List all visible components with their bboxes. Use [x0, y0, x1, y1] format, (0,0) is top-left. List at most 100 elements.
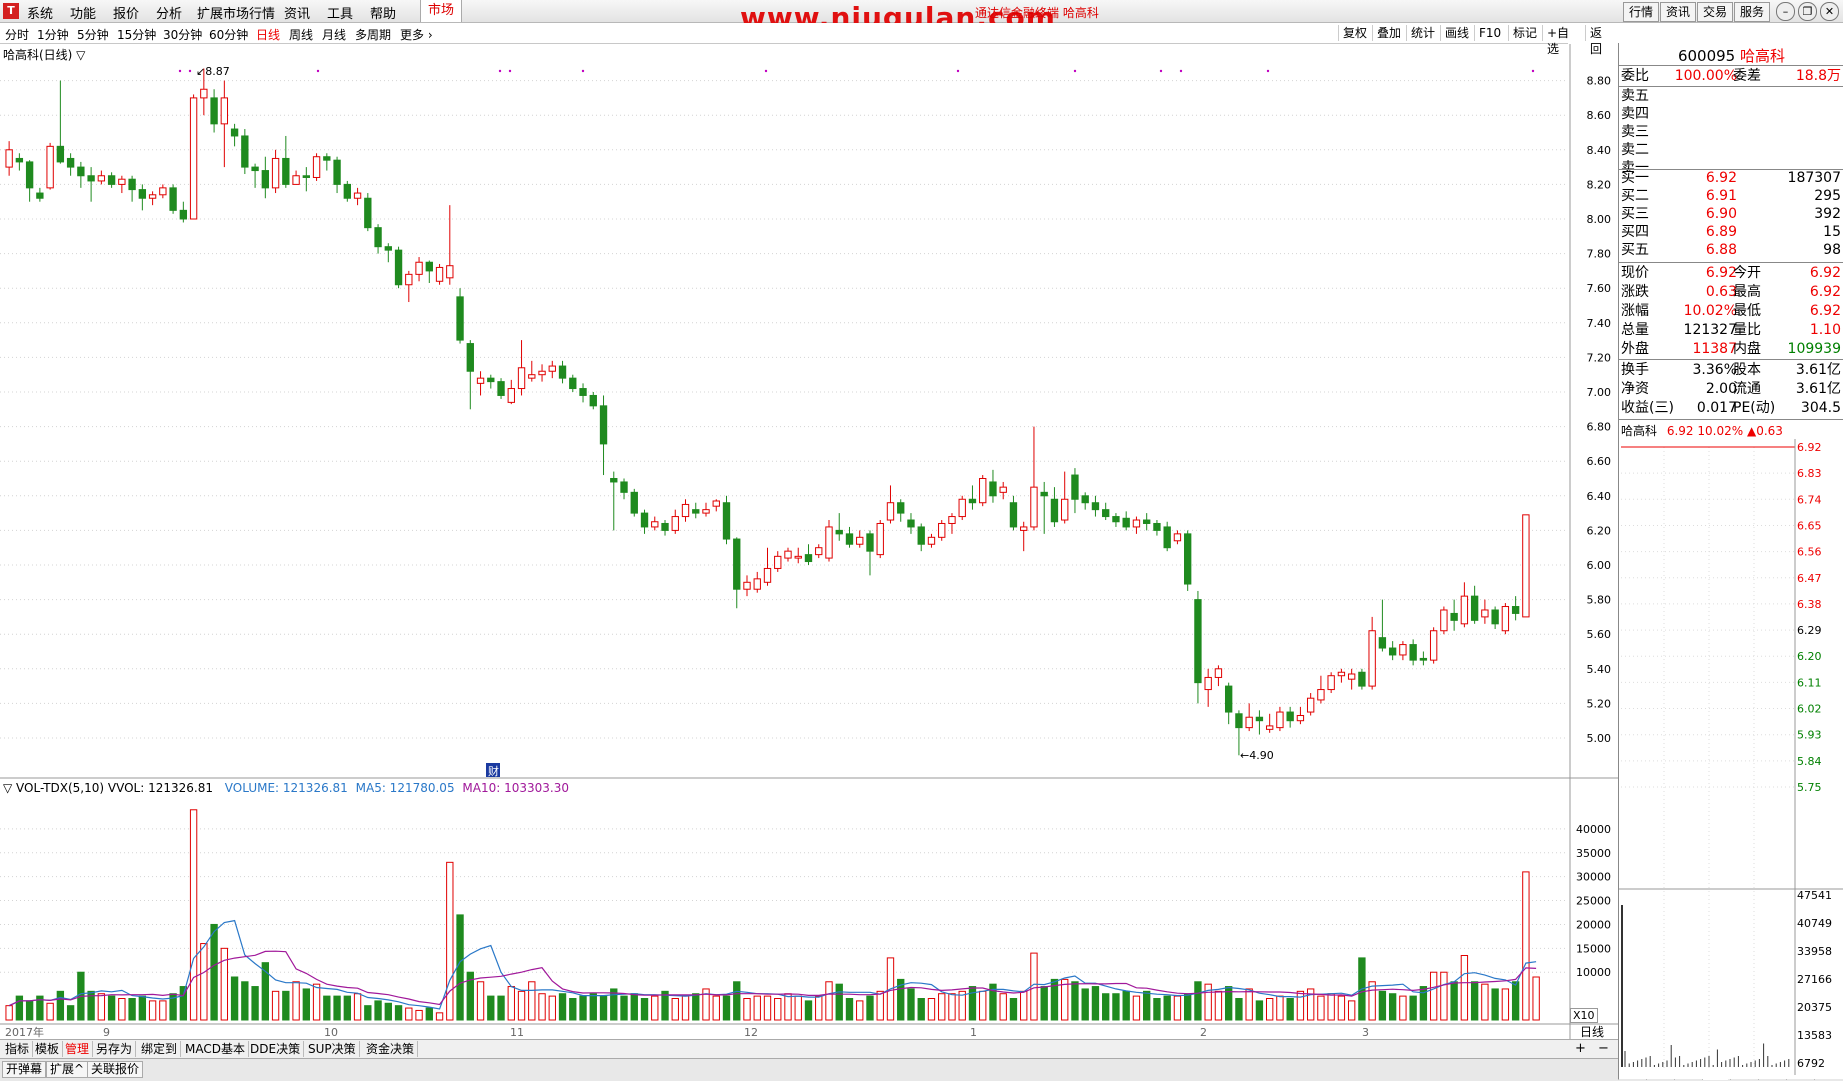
candle [1184, 533, 1192, 585]
tab-template[interactable]: 模板 [32, 1041, 64, 1057]
candle [794, 555, 802, 559]
tool-f10[interactable]: F10 [1474, 25, 1505, 41]
x-axis-label: 11 [510, 1026, 524, 1039]
volume-bar [323, 995, 331, 1021]
period-15min[interactable]: 15分钟 [117, 26, 156, 43]
mini-tick-label: 6.29 [1797, 624, 1822, 637]
candle [364, 197, 372, 229]
top-service-button[interactable]: 服务 [1734, 2, 1770, 22]
bid-row[interactable]: 买三 6.90 392 [1621, 205, 1841, 223]
bid-row[interactable]: 买四 6.89 15 [1621, 223, 1841, 241]
period-daily[interactable]: 日线 [256, 26, 280, 43]
candle [1368, 630, 1376, 687]
menu-function[interactable]: 功能 [70, 3, 96, 22]
volume-bar [1071, 981, 1079, 1021]
tool-draw[interactable]: 画线 [1440, 25, 1473, 41]
volume-bar [312, 983, 321, 1021]
stat-value: 6.92 [1809, 265, 1841, 281]
market-tab[interactable]: 市场 [420, 0, 462, 22]
tab-indicator[interactable]: 指标 [2, 1041, 34, 1057]
volume-bar [1440, 971, 1448, 1021]
candle [517, 367, 526, 390]
tab-dde[interactable]: DDE决策 [247, 1041, 305, 1057]
candle [25, 161, 34, 189]
candle [1214, 668, 1223, 678]
zoom-in-button[interactable]: + [1575, 1041, 1586, 1056]
candle [1388, 647, 1397, 656]
candle [1224, 685, 1233, 713]
volume-bar [722, 995, 731, 1021]
period-5min[interactable]: 5分钟 [77, 26, 109, 43]
minimize-icon[interactable]: – [1776, 2, 1795, 21]
low-marker-label: ←4.90 [1240, 749, 1274, 762]
linked-quote-button[interactable]: 关联报价 [87, 1061, 144, 1078]
period-weekly[interactable]: 周线 [289, 26, 313, 43]
period-more[interactable]: 更多 › [400, 26, 433, 43]
menu-system[interactable]: 系统 [27, 3, 53, 22]
tab-bind-to[interactable]: 绑定到 [138, 1041, 182, 1057]
volume-bar [692, 993, 700, 1021]
period-intraday[interactable]: 分时 [5, 26, 29, 43]
x-axis-label: 3 [1362, 1026, 1369, 1039]
event-dot [498, 69, 502, 73]
candle [897, 502, 905, 514]
period-1min[interactable]: 1分钟 [37, 26, 69, 43]
bid-row[interactable]: 买五 6.88 98 [1621, 241, 1841, 259]
candle [558, 365, 567, 379]
zoom-out-button[interactable]: − [1598, 1041, 1609, 1056]
candle [87, 175, 95, 182]
tab-macd[interactable]: MACD基本 [182, 1041, 249, 1057]
mini-volume-tick: 47541 [1797, 889, 1832, 902]
tool-overlay[interactable]: 叠加 [1372, 25, 1405, 41]
tool-stats[interactable]: 统计 [1406, 25, 1439, 41]
menu-analysis[interactable]: 分析 [156, 3, 182, 22]
volume-bar [1112, 993, 1120, 1021]
tool-mark[interactable]: 标记 [1508, 25, 1541, 41]
tool-add-watchlist[interactable]: +自选 [1542, 25, 1573, 56]
volume-tick-label: 20000 [1576, 918, 1611, 931]
bid-row[interactable]: 买一 6.92 187307 [1621, 169, 1841, 187]
main-chart[interactable]: 5.00 5.20 5.40 5.60 5.80 6.00 6.20 6.40 6.60 6.80… [0, 44, 1618, 1039]
volume-bar [507, 986, 515, 1021]
tool-back[interactable]: 返回 [1585, 25, 1606, 56]
mini-tick-label: 5.84 [1797, 755, 1822, 768]
volume-bar [25, 1000, 34, 1021]
ma10-value: MA10: 103303.30 [462, 781, 569, 795]
barrage-button[interactable]: 开弹幕 [2, 1061, 47, 1078]
volume-bar [333, 995, 341, 1021]
extend-button[interactable]: 扩展^ [46, 1061, 89, 1078]
period-multi[interactable]: 多周期 [355, 26, 391, 43]
period-monthly[interactable]: 月线 [322, 26, 346, 43]
candle [1071, 474, 1079, 500]
bid-label: 买四 [1621, 224, 1649, 240]
volume-bar [528, 981, 536, 1021]
menu-extended-market[interactable]: 扩展市场行情 [197, 3, 275, 22]
tab-fund[interactable]: 资金决策 [363, 1041, 419, 1057]
tab-sup[interactable]: SUP决策 [305, 1041, 360, 1057]
mini-intraday-chart[interactable]: 6.92 6.83 6.74 6.65 6.56 6.47 6.38 6.29 6.20 6.11… [1619, 439, 1843, 1075]
price-tick-label: 6.60 [1587, 455, 1612, 468]
fund-value: 3.36% [1692, 362, 1737, 378]
mini-volume-tick: 27166 [1797, 973, 1832, 986]
price-tick-label: 5.00 [1587, 732, 1612, 745]
top-news-button[interactable]: 资讯 [1660, 2, 1696, 22]
tab-save-as[interactable]: 另存为 [93, 1041, 137, 1057]
top-quote-button[interactable]: 行情 [1623, 2, 1659, 22]
volume-bar [763, 995, 772, 1021]
menu-news[interactable]: 资讯 [284, 3, 310, 22]
restore-icon[interactable]: ❐ [1798, 2, 1817, 21]
menu-tools[interactable]: 工具 [327, 3, 353, 22]
menu-help[interactable]: 帮助 [370, 3, 396, 22]
app-logo-icon[interactable]: T [3, 3, 19, 19]
menu-quote[interactable]: 报价 [113, 3, 139, 22]
tab-manage[interactable]: 管理 [62, 1041, 94, 1057]
volume-indicator-title[interactable]: ▽ VOL-TDX(5,10) VVOL: 121326.81 [3, 781, 213, 795]
period-60min[interactable]: 60分钟 [209, 26, 248, 43]
volume-bar [804, 1000, 813, 1021]
bid-row[interactable]: 买二 6.91 295 [1621, 187, 1841, 205]
volume-bar [1102, 993, 1110, 1021]
close-icon[interactable]: ✕ [1820, 2, 1839, 21]
period-30min[interactable]: 30分钟 [163, 26, 202, 43]
top-trade-button[interactable]: 交易 [1697, 2, 1733, 22]
tool-adjust[interactable]: 复权 [1338, 25, 1371, 41]
